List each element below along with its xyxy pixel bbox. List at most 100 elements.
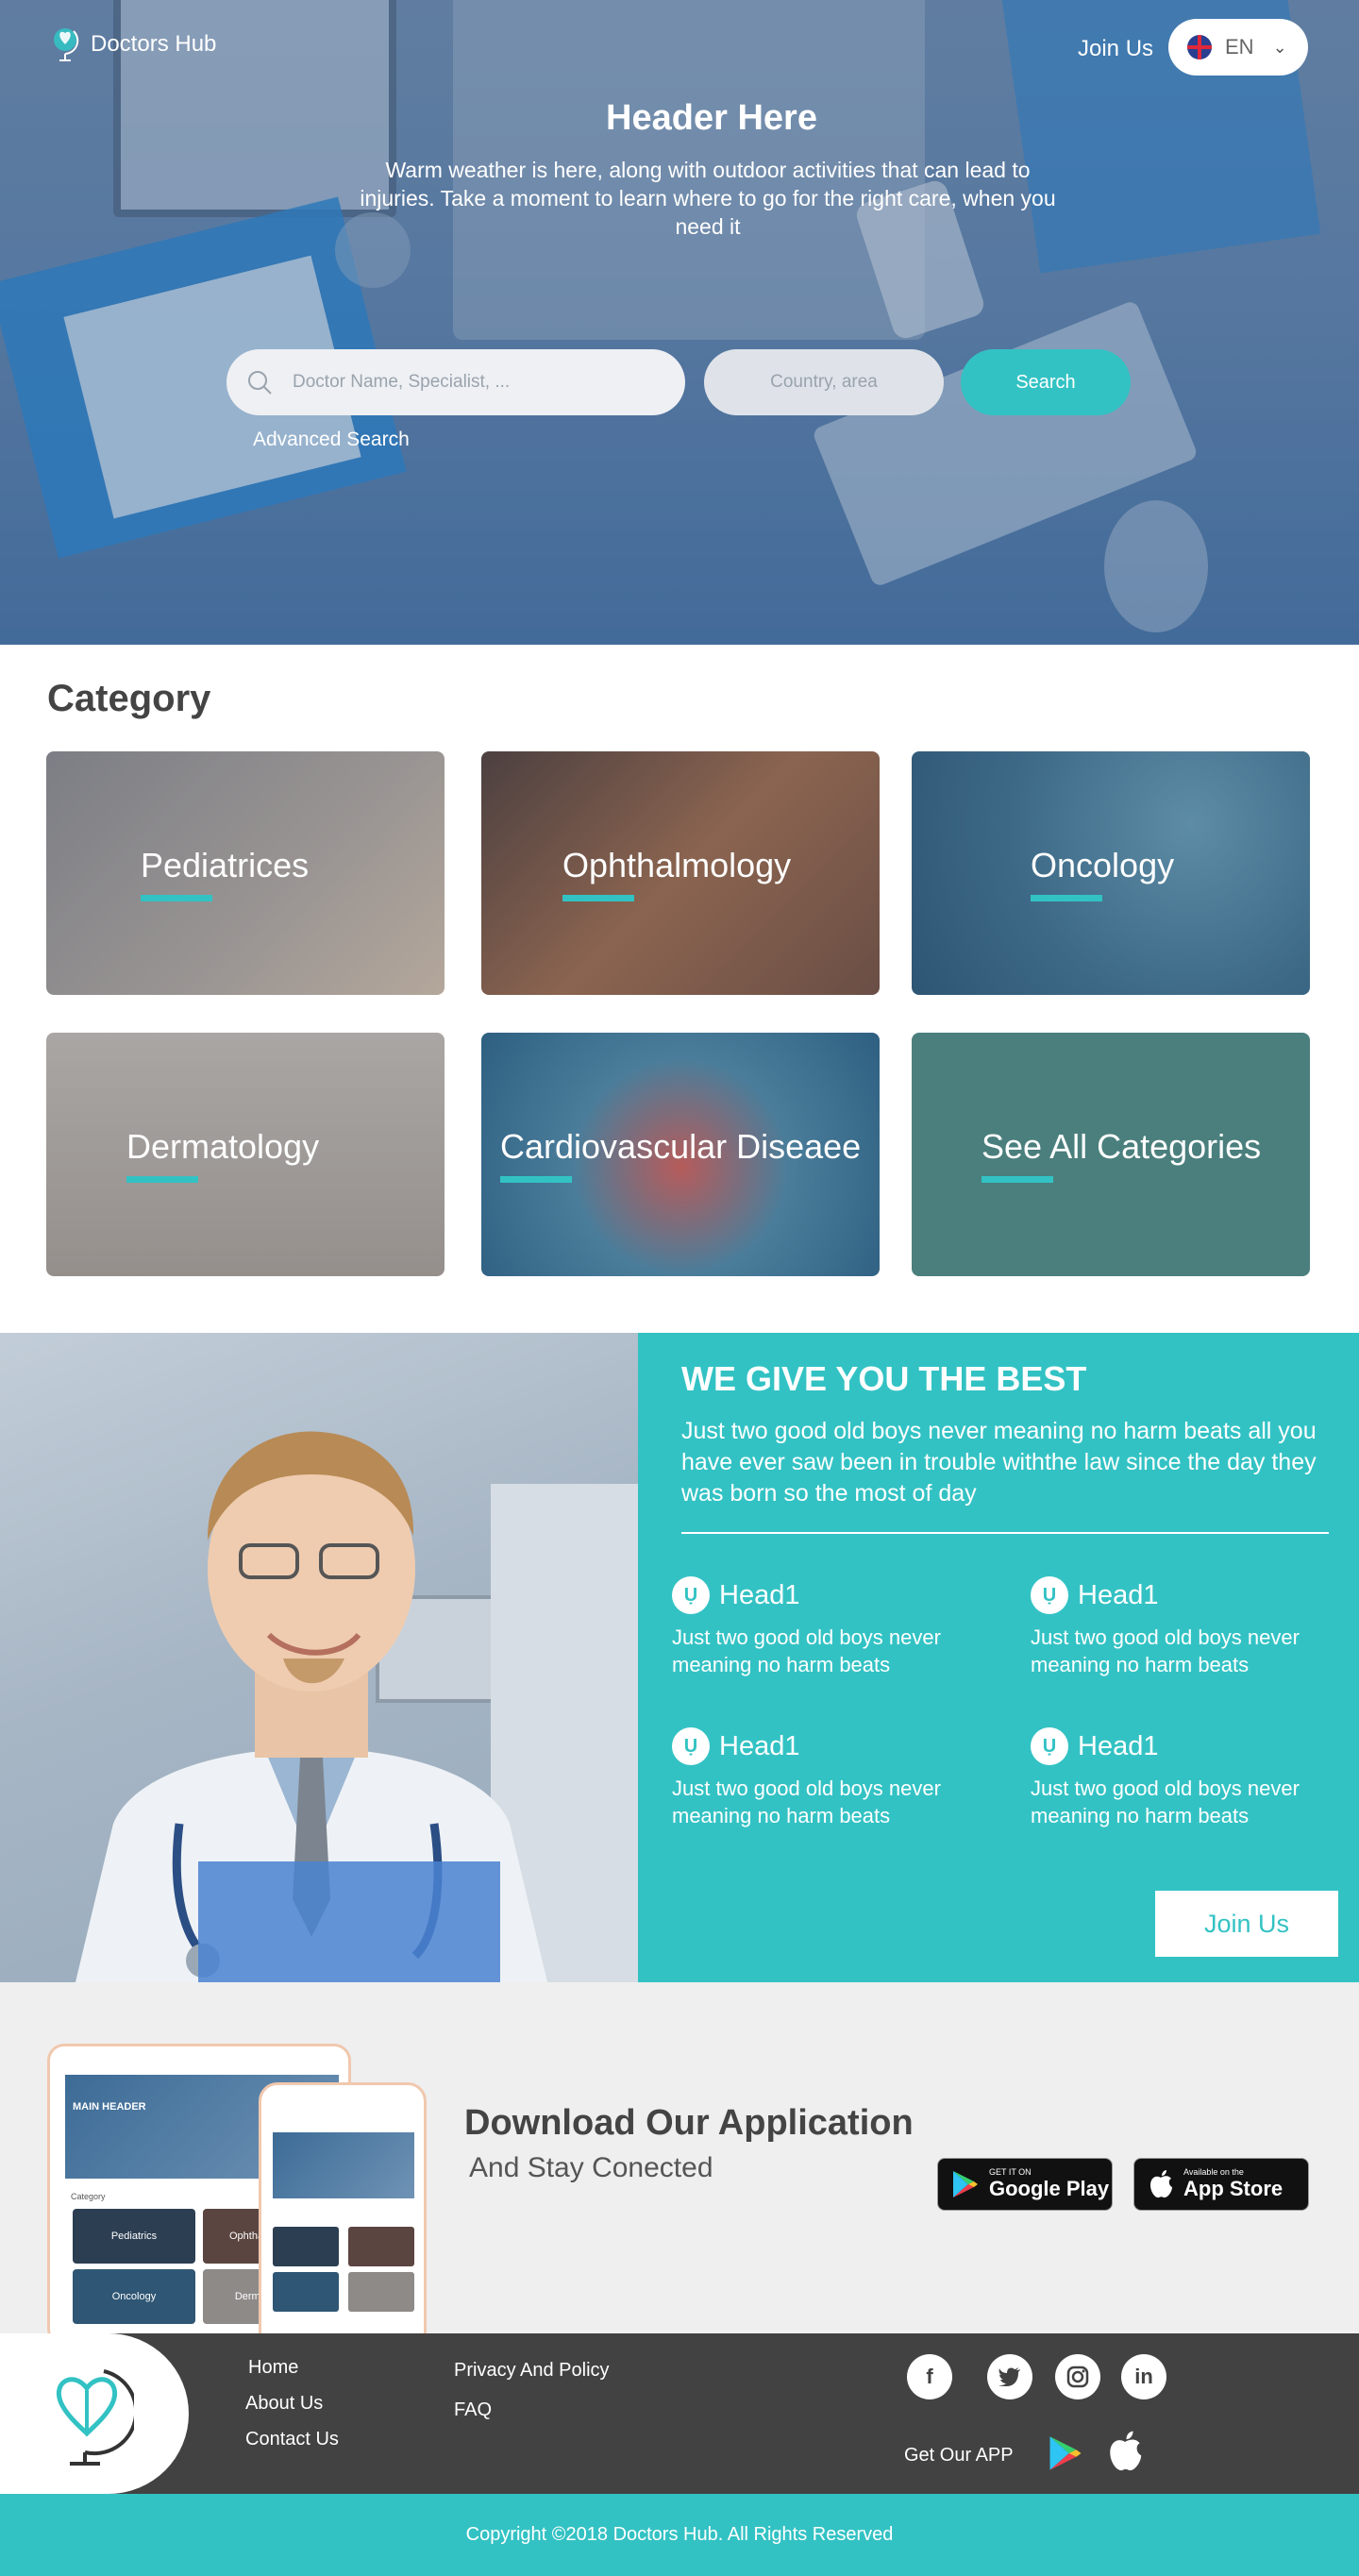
hero-overlay — [0, 0, 1359, 645]
footer-link-faq[interactable]: FAQ — [454, 2399, 492, 2421]
stethoscope-icon: Ụ — [672, 1727, 710, 1765]
hero-section: Doctors Hub Join Us EN ⌄ Header Here War… — [0, 0, 1359, 645]
search-placeholder: Doctor Name, Specialist, ... — [293, 372, 511, 392]
hero-title: Header Here — [606, 98, 817, 138]
category-underline — [126, 1175, 198, 1183]
feature-item: Ụ Head1 Just two good old boys never mean… — [1031, 1576, 1342, 1678]
footer-logo-icon[interactable] — [40, 2360, 134, 2468]
get-our-app-label: Get Our APP — [904, 2445, 1014, 2466]
nav-join-link[interactable]: Join Us — [1078, 36, 1153, 62]
category-card-title: Dermatology — [126, 1126, 320, 1166]
category-card-title: Cardiovascular Diseaee — [500, 1126, 862, 1166]
feature-head-row: Ụ Head1 — [1031, 1576, 1342, 1614]
feature-text: Just two good old boys never meaning no … — [1031, 1776, 1300, 1827]
category-card-dermatology[interactable]: Dermatology — [46, 1033, 445, 1276]
feature-head: Head1 — [719, 1579, 800, 1610]
category-card-pediatrics[interactable]: Pediatrices — [46, 751, 445, 995]
category-underline — [562, 894, 634, 901]
category-card-label-wrap: Dermatology — [46, 1033, 445, 1276]
app-store-big: App Store — [1183, 2177, 1284, 2200]
footer-link-about[interactable]: About Us — [245, 2393, 323, 2415]
footer-link-contact[interactable]: Contact Us — [245, 2429, 339, 2450]
category-card-title: See All Categories — [982, 1126, 1262, 1166]
feature-text: Just two good old boys never meaning no … — [672, 1776, 941, 1827]
linkedin-icon[interactable]: in — [1121, 2354, 1166, 2399]
feature-item: Ụ Head1 Just two good old boys never mean… — [1031, 1727, 1342, 1829]
download-title: Download Our Application — [464, 2103, 914, 2143]
search-input[interactable]: Doctor Name, Specialist, ... — [226, 349, 685, 415]
feature-item: Ụ Head1 Just two good old boys never mean… — [672, 1727, 983, 1829]
footer-link-privacy[interactable]: Privacy And Policy — [454, 2360, 610, 2382]
app-store-text: Available on the App Store — [1183, 2167, 1283, 2201]
stethoscope-icon: Ụ — [672, 1576, 710, 1614]
brand-logo-icon — [54, 28, 79, 61]
feature-text: Just two good old boys never meaning no … — [672, 1625, 941, 1676]
download-subtitle: And Stay Conected — [469, 2152, 713, 2183]
chevron-down-icon: ⌄ — [1272, 37, 1287, 57]
google-play-text: GET IT ON Google Play — [989, 2167, 1109, 2201]
feature-head-row: Ụ Head1 — [672, 1727, 983, 1765]
instagram-glyph-icon — [1066, 2366, 1089, 2388]
mock-tile-small — [273, 2272, 339, 2312]
uk-flag-icon — [1187, 35, 1212, 59]
app-store-small: Available on the — [1183, 2167, 1244, 2177]
category-card-label-wrap: Cardiovascular Diseaee — [481, 1033, 880, 1276]
feature-head: Head1 — [719, 1730, 800, 1761]
language-value: EN — [1225, 35, 1254, 59]
join-us-button[interactable]: Join Us — [1155, 1891, 1338, 1957]
google-play-small: GET IT ON — [989, 2167, 1032, 2177]
hero-subtitle: Warm weather is here, along with outdoor… — [360, 158, 1056, 239]
mock-tile-small — [273, 2227, 339, 2266]
brand-name: Doctors Hub — [91, 31, 217, 57]
feature-head: Head1 — [1078, 1579, 1159, 1610]
category-card-label-wrap: Pediatrices — [46, 751, 445, 995]
feature-head: Head1 — [1078, 1730, 1159, 1761]
doctor-illustration — [76, 1431, 638, 1982]
best-text: Just two good old boys never meaning no … — [681, 1418, 1317, 1507]
category-card-label-wrap: See All Categories — [912, 1033, 1310, 1276]
language-selector[interactable]: EN ⌄ — [1168, 19, 1308, 76]
page: Doctors Hub Join Us EN ⌄ Header Here War… — [0, 0, 1359, 2576]
category-underline — [982, 1175, 1053, 1183]
category-card-title: Pediatrices — [141, 845, 310, 884]
doctor-photo — [0, 1333, 638, 1982]
category-underline — [1031, 894, 1102, 901]
footer-apple-icon[interactable] — [1106, 2430, 1144, 2473]
copyright-text: Copyright ©2018 Doctors Hub. All Rights … — [465, 2524, 894, 2545]
mock-tile-small — [348, 2272, 414, 2312]
instagram-icon[interactable] — [1055, 2354, 1100, 2399]
search-button[interactable]: Search — [961, 349, 1131, 415]
category-underline — [500, 1175, 572, 1183]
copyright-bar: Copyright ©2018 Doctors Hub. All Rights … — [0, 2494, 1359, 2576]
footer-google-play-icon[interactable] — [1048, 2433, 1083, 2473]
feature-item: Ụ Head1 Just two good old boys never mean… — [672, 1576, 983, 1678]
category-card-label-wrap: Ophthalmology — [481, 751, 880, 995]
best-divider — [681, 1532, 1329, 1534]
advanced-search-link[interactable]: Advanced Search — [253, 429, 410, 451]
category-card-cardiovascular[interactable]: Cardiovascular Diseaee — [481, 1033, 880, 1276]
feature-head-row: Ụ Head1 — [672, 1576, 983, 1614]
category-title: Category — [47, 678, 211, 719]
footer-link-home[interactable]: Home — [248, 2357, 298, 2379]
stethoscope-icon: Ụ — [1031, 1727, 1068, 1765]
category-card-oncology[interactable]: Oncology — [912, 751, 1310, 995]
google-play-button[interactable]: GET IT ON Google Play — [937, 2158, 1113, 2211]
mock-tile-small — [348, 2227, 414, 2266]
feature-head-row: Ụ Head1 — [1031, 1727, 1342, 1765]
app-store-button[interactable]: Available on the App Store — [1133, 2158, 1309, 2211]
twitter-bird-icon — [998, 2367, 1020, 2386]
category-card-title: Ophthalmology — [562, 845, 792, 884]
twitter-icon[interactable] — [987, 2354, 1032, 2399]
category-underline — [141, 894, 212, 901]
mock-tile: Oncology — [73, 2269, 195, 2324]
category-card-title: Oncology — [1031, 845, 1175, 884]
brand[interactable]: Doctors Hub — [49, 25, 216, 63]
see-all-categories-card[interactable]: See All Categories — [912, 1033, 1310, 1276]
country-input[interactable]: Country, area — [704, 349, 944, 415]
country-placeholder: Country, area — [770, 372, 878, 392]
facebook-icon[interactable]: f — [907, 2354, 952, 2399]
stethoscope-icon: Ụ — [1031, 1576, 1068, 1614]
category-card-ophthalmology[interactable]: Ophthalmology — [481, 751, 880, 995]
search-icon — [248, 371, 272, 395]
mock-tile: Pediatrics — [73, 2209, 195, 2264]
